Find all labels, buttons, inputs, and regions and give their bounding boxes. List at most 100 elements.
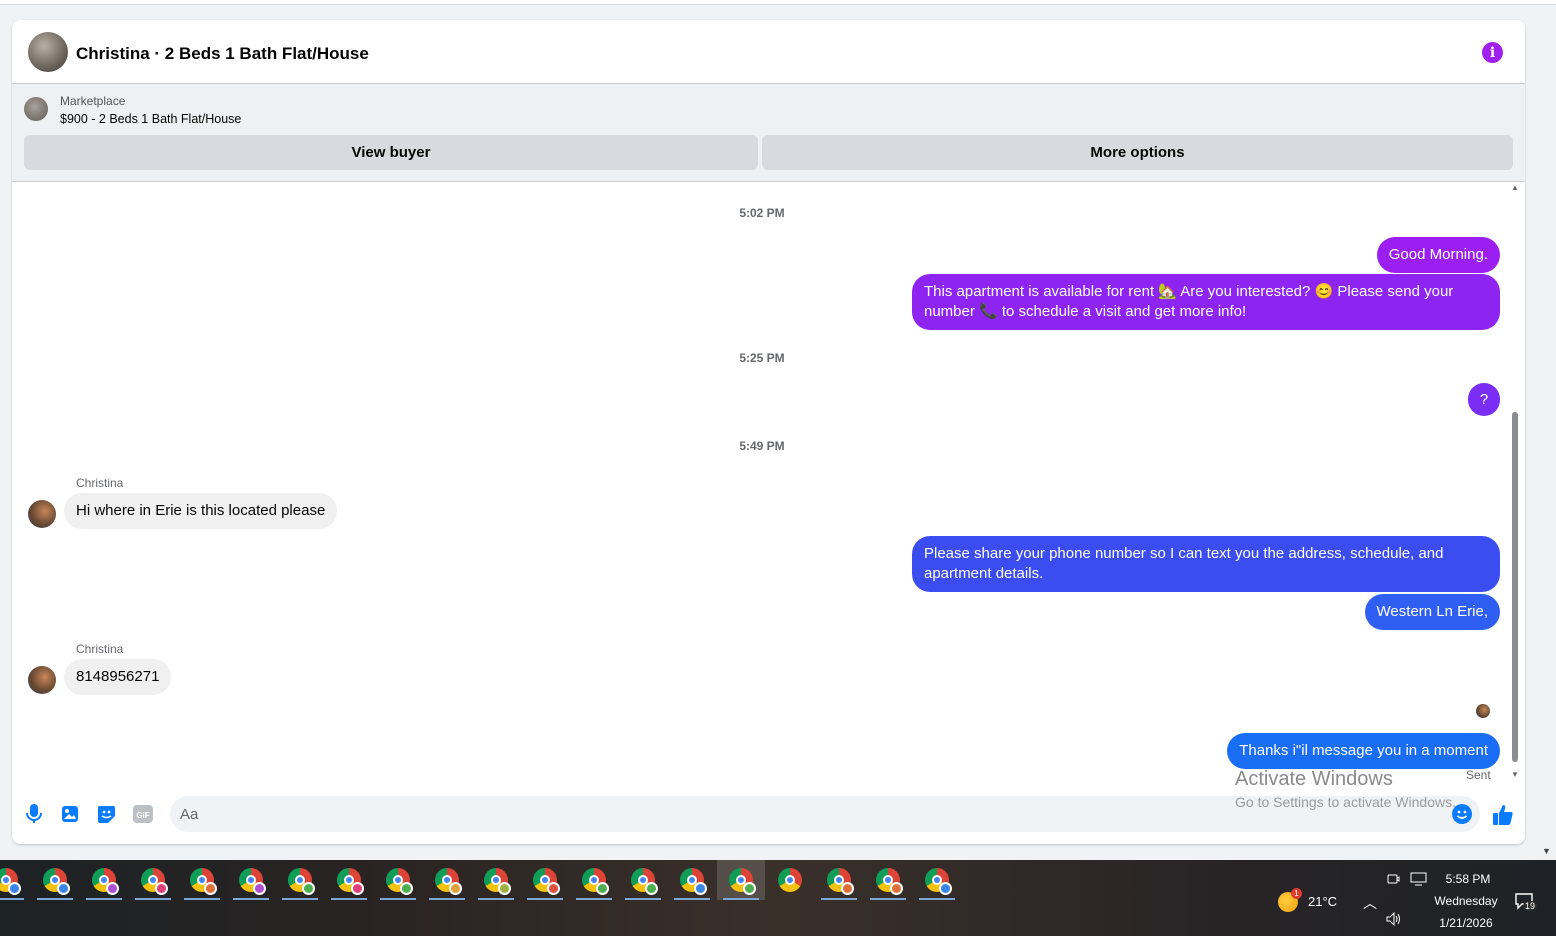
outgoing-message[interactable]: Western Ln Erie, — [1364, 594, 1500, 630]
taskbar-chrome-icon[interactable] — [31, 860, 79, 900]
incoming-message[interactable]: Hi where in Erie is this located please — [64, 493, 338, 529]
taskbar-chrome-icon[interactable] — [178, 860, 226, 900]
notification-count: 19 — [1523, 901, 1538, 911]
taskbar-chrome-icon[interactable] — [374, 860, 422, 900]
running-indicator — [135, 898, 171, 900]
svg-text:GIF: GIF — [136, 811, 149, 820]
chevron-up-icon[interactable]: ︿ — [1363, 893, 1377, 913]
info-icon[interactable]: i — [1482, 42, 1503, 63]
chrome-icon — [0, 868, 21, 895]
sticker-icon[interactable] — [96, 804, 116, 824]
sender-name: Christina — [76, 642, 124, 656]
taskbar-chrome-icon[interactable] — [129, 860, 177, 900]
weather-temperature[interactable]: 21°C — [1308, 894, 1337, 909]
profile-badge-icon — [8, 882, 21, 895]
profile-badge-icon — [694, 882, 707, 895]
sender-avatar[interactable] — [28, 666, 56, 694]
delivery-status: Sent — [1466, 768, 1491, 782]
activate-windows-subtitle: Go to Settings to activate Windows. — [1235, 794, 1456, 810]
chrome-icon — [386, 868, 413, 895]
taskbar-chrome-icon[interactable] — [423, 860, 471, 900]
incoming-message[interactable]: 8148956271 — [64, 659, 172, 695]
clock-day[interactable]: Wednesday — [1430, 894, 1502, 908]
running-indicator — [331, 898, 367, 900]
scroll-up-icon[interactable]: ▲ — [1511, 184, 1519, 192]
running-indicator — [527, 898, 563, 900]
taskbar-chrome-icon[interactable] — [766, 860, 814, 900]
chrome-icon — [778, 868, 802, 892]
outgoing-message[interactable]: ? — [1468, 383, 1500, 416]
page-scroll-down-icon[interactable]: ▼ — [1542, 846, 1551, 856]
top-edge — [0, 0, 1556, 5]
scroll-thumb[interactable] — [1512, 412, 1518, 762]
conversation-title[interactable]: Christina · 2 Beds 1 Bath Flat/House — [76, 44, 369, 64]
taskbar-chrome-icon[interactable] — [913, 860, 961, 900]
taskbar-chrome-icon[interactable] — [521, 860, 569, 900]
marketplace-label: Marketplace — [60, 94, 126, 108]
taskbar-chrome-icon[interactable] — [472, 860, 520, 900]
clock-time[interactable]: 5:58 PM — [1440, 872, 1496, 886]
outgoing-message[interactable]: Thanks i"il message you in a moment — [1227, 733, 1500, 769]
photo-icon[interactable] — [60, 804, 80, 824]
profile-badge-icon — [351, 882, 364, 895]
windows-taskbar: 1 21°C ︿ 5:58 PM Wednesday 1/21/2026 19 — [0, 860, 1556, 936]
listing-avatar[interactable] — [28, 32, 68, 72]
timestamp: 5:25 PM — [739, 351, 785, 365]
conversation-header: Christina · 2 Beds 1 Bath Flat/House i — [12, 20, 1525, 84]
chrome-icon — [582, 868, 609, 895]
more-options-button[interactable]: More options — [762, 135, 1513, 170]
scroll-down-icon[interactable]: ▼ — [1511, 771, 1519, 779]
running-indicator — [919, 898, 955, 900]
profile-badge-icon — [449, 882, 462, 895]
sender-name: Christina — [76, 476, 124, 490]
outgoing-message[interactable]: This apartment is available for rent 🏡 A… — [912, 274, 1500, 330]
thumbs-up-icon[interactable] — [1492, 804, 1514, 826]
microphone-icon[interactable] — [24, 804, 44, 824]
taskbar-chrome-icon[interactable] — [80, 860, 128, 900]
taskbar-chrome-icon[interactable] — [227, 860, 275, 900]
running-indicator — [478, 898, 514, 900]
weather-icon[interactable]: 1 — [1278, 888, 1302, 912]
profile-badge-icon — [596, 882, 609, 895]
profile-badge-icon — [743, 882, 756, 895]
taskbar-chrome-icon[interactable] — [717, 860, 765, 900]
gif-icon[interactable]: GIF — [132, 804, 154, 824]
profile-badge-icon — [253, 882, 266, 895]
listing-title[interactable]: $900 - 2 Beds 1 Bath Flat/House — [60, 112, 241, 126]
message-list[interactable]: 5:02 PM Good Morning. This apartment is … — [12, 182, 1525, 792]
taskbar-chrome-icon[interactable] — [276, 860, 324, 900]
taskbar-chrome-icon[interactable] — [570, 860, 618, 900]
taskbar-chrome-icon[interactable] — [0, 860, 30, 900]
taskbar-chrome-icon[interactable] — [668, 860, 716, 900]
running-indicator — [86, 898, 122, 900]
running-indicator — [380, 898, 416, 900]
taskbar-chrome-icon[interactable] — [815, 860, 863, 900]
chrome-icon — [827, 868, 854, 895]
sender-avatar[interactable] — [28, 500, 56, 528]
taskbar-chrome-icon[interactable] — [619, 860, 667, 900]
profile-badge-icon — [302, 882, 315, 895]
message-scrollbar[interactable]: ▲ ▼ — [1511, 182, 1519, 792]
chrome-icon — [190, 868, 217, 895]
notifications-icon[interactable]: 19 — [1514, 892, 1538, 914]
running-indicator — [282, 898, 318, 900]
view-buyer-button[interactable]: View buyer — [24, 135, 758, 170]
chrome-icon — [92, 868, 119, 895]
clock-date[interactable]: 1/21/2026 — [1434, 916, 1498, 930]
listing-thumbnail[interactable] — [24, 97, 48, 121]
chrome-icon — [876, 868, 903, 895]
profile-badge-icon — [547, 882, 560, 895]
outgoing-message[interactable]: Good Morning. — [1376, 237, 1500, 273]
chrome-icon — [43, 868, 70, 895]
meet-now-icon[interactable] — [1386, 872, 1400, 889]
activate-windows-title: Activate Windows — [1235, 768, 1393, 790]
profile-badge-icon — [155, 882, 168, 895]
profile-badge-icon — [890, 882, 903, 895]
network-icon[interactable] — [1410, 872, 1427, 889]
running-indicator — [576, 898, 612, 900]
taskbar-chrome-icon[interactable] — [864, 860, 912, 900]
outgoing-message[interactable]: Please share your phone number so I can … — [912, 536, 1500, 592]
taskbar-chrome-icon[interactable] — [325, 860, 373, 900]
timestamp: 5:02 PM — [739, 206, 785, 220]
volume-icon[interactable] — [1386, 911, 1402, 929]
